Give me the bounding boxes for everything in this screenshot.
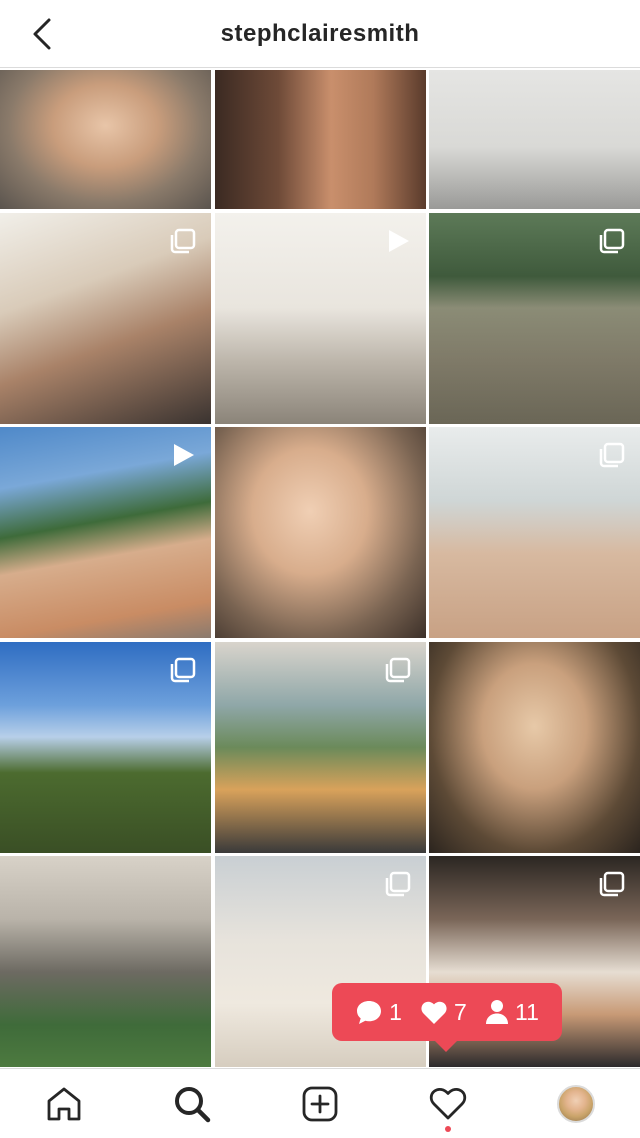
post-tile[interactable] (0, 856, 211, 1067)
carousel-icon (598, 227, 626, 255)
activity-notification-dot (445, 1125, 451, 1132)
post-tile[interactable] (429, 70, 640, 209)
profile-username-title: stephclairesmith (220, 19, 420, 47)
likes-count: 7 (420, 999, 467, 1026)
post-tile[interactable] (0, 70, 211, 209)
comments-count: 1 (355, 998, 402, 1026)
nav-search[interactable] (160, 1072, 224, 1136)
search-icon (175, 1086, 211, 1122)
likes-count-label: 7 (454, 998, 467, 1025)
comment-bubble-icon (357, 1001, 382, 1024)
heart-icon (421, 1001, 447, 1024)
post-tile[interactable] (214, 427, 426, 638)
top-bar: stephclairesmith (0, 0, 640, 68)
nav-new-post[interactable] (288, 1072, 352, 1136)
nav-profile[interactable] (544, 1072, 608, 1136)
carousel-icon (169, 656, 197, 684)
back-button[interactable] (22, 14, 62, 54)
post-tile[interactable] (0, 212, 211, 424)
nav-activity[interactable] (416, 1072, 480, 1136)
carousel-icon (384, 870, 412, 898)
person-icon (486, 1000, 509, 1024)
home-icon (47, 1087, 81, 1120)
carousel-icon (598, 870, 626, 898)
comments-count-label: 1 (389, 998, 402, 1025)
carousel-icon (598, 441, 626, 469)
post-tile[interactable] (214, 641, 426, 853)
carousel-icon (384, 656, 412, 684)
carousel-icon (169, 227, 197, 255)
video-play-icon (384, 227, 412, 255)
profile-avatar (557, 1084, 595, 1123)
post-tile[interactable] (429, 641, 640, 853)
activity-notification-popup[interactable]: 1 7 11 (332, 983, 562, 1052)
post-tile[interactable] (429, 212, 640, 424)
bottom-navigation-bar (0, 1068, 640, 1138)
chevron-left-icon (33, 18, 51, 50)
posts-grid (0, 70, 640, 1068)
post-tile[interactable] (0, 641, 211, 853)
new-post-icon (302, 1086, 338, 1121)
nav-home[interactable] (32, 1072, 96, 1136)
activity-heart-icon (429, 1087, 467, 1119)
post-tile[interactable] (214, 212, 426, 424)
post-tile[interactable] (429, 427, 640, 638)
follows-count-label: 11 (515, 998, 539, 1025)
follows-count: 11 (485, 999, 539, 1026)
post-tile[interactable] (214, 70, 426, 209)
video-play-icon (169, 441, 197, 469)
post-tile[interactable] (0, 427, 211, 638)
